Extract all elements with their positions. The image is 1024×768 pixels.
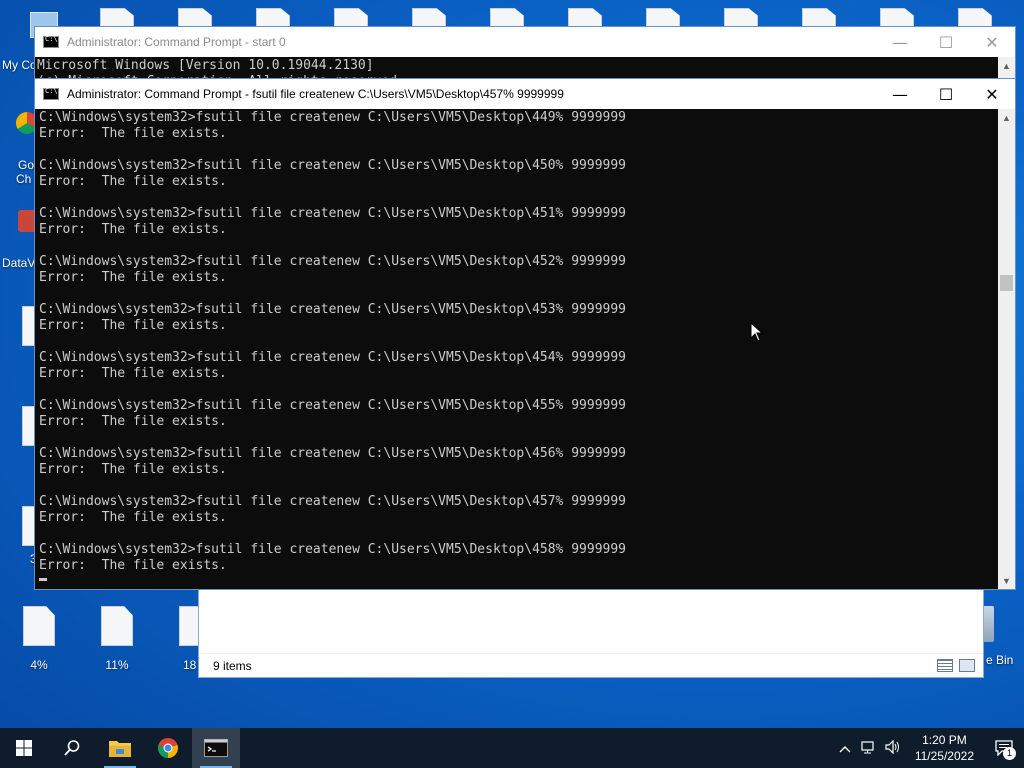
file-icon (23, 606, 55, 646)
clock-date: 11/25/2022 (914, 749, 974, 763)
chrome-taskbar-button[interactable] (144, 728, 192, 768)
console-line: Error: The file exists. (39, 270, 227, 285)
command-prompt-icon (43, 87, 59, 100)
minimize-button[interactable]: — (877, 27, 923, 57)
maximize-button[interactable]: ☐ (923, 27, 969, 57)
close-button[interactable]: ✕ (969, 27, 1015, 57)
text-cursor (39, 578, 47, 581)
console-line: C:\Windows\system32>fsutil file createne… (39, 110, 626, 125)
console-line: C:\Windows\system32>fsutil file createne… (39, 542, 626, 557)
volume-icon[interactable] (881, 739, 905, 757)
console-line: Error: The file exists. (39, 318, 227, 333)
window-title: Administrator: Command Prompt - start 0 (67, 35, 286, 49)
file-explorer-window[interactable]: 9 items (198, 588, 984, 678)
maximize-button[interactable]: ☐ (923, 79, 969, 109)
console-line: Error: The file exists. (39, 510, 227, 525)
console-line: Error: The file exists. (39, 462, 227, 477)
console-line: C:\Windows\system32>fsutil file createne… (39, 302, 626, 317)
explorer-status-bar: 9 items (199, 653, 983, 677)
console-line: C:\Windows\system32>fsutil file createne… (39, 494, 626, 509)
system-tray: 1:20 PM 11/25/2022 1 (833, 728, 1024, 768)
close-button[interactable]: ✕ (969, 79, 1015, 109)
file-explorer-icon (109, 741, 131, 757)
chrome-label-line1: Go (18, 158, 35, 172)
action-center-button[interactable]: 1 (984, 728, 1024, 768)
desktop-file-11pct[interactable]: 11% (87, 606, 147, 672)
chrome-icon (158, 738, 178, 758)
command-prompt-icon (204, 739, 228, 757)
search-icon (64, 740, 80, 756)
console-line: C:\Windows\system32>fsutil file createne… (39, 158, 626, 173)
chevron-up-icon[interactable] (833, 741, 857, 756)
scroll-up-arrow-icon[interactable]: ▲ (998, 57, 1015, 74)
desktop-file-4pct[interactable]: 4% (9, 606, 69, 672)
taskbar: 1:20 PM 11/25/2022 1 (0, 728, 1024, 768)
console-line: C:\Windows\system32>fsutil file createne… (39, 350, 626, 365)
large-icons-view-button[interactable] (959, 659, 975, 672)
console-line: Error: The file exists. (39, 222, 227, 237)
console-line: Error: The file exists. (39, 126, 227, 141)
network-icon[interactable] (857, 740, 881, 757)
this-pc-label: My Co (2, 58, 37, 72)
start-button[interactable] (0, 728, 48, 768)
command-prompt-window-active[interactable]: Administrator: Command Prompt - fsutil f… (34, 78, 1016, 590)
desktop-file-label: 4% (30, 658, 48, 672)
desktop-file-label: 18 (183, 658, 197, 672)
console-line: C:\Windows\system32>fsutil file createne… (39, 206, 626, 221)
title-bar[interactable]: Administrator: Command Prompt - fsutil f… (35, 79, 1015, 109)
vertical-scrollbar[interactable]: ▲ ▼ (998, 109, 1015, 589)
console-line: Error: The file exists. (39, 558, 227, 573)
console-line: Error: The file exists. (39, 414, 227, 429)
command-prompt-taskbar-button[interactable] (192, 728, 240, 768)
file-icon (179, 606, 199, 646)
window-title: Administrator: Command Prompt - fsutil f… (67, 87, 564, 101)
console-line: Error: The file exists. (39, 174, 227, 189)
file-explorer-taskbar-button[interactable] (96, 728, 144, 768)
datav-label: DataV (2, 256, 36, 270)
console-line: C:\Windows\system32>fsutil file createne… (39, 398, 626, 413)
desktop-file-18pct[interactable]: 18 (165, 606, 199, 672)
clock-time: 1:20 PM (922, 733, 967, 747)
console-line: Error: The file exists. (39, 366, 227, 381)
start-icon (16, 740, 32, 756)
item-count: 9 items (213, 659, 252, 673)
console-line: C:\Windows\system32>fsutil file createne… (39, 254, 626, 269)
chrome-label-line2: Ch (16, 172, 32, 186)
details-view-button[interactable] (937, 659, 953, 672)
console-line: C:\Windows\system32>fsutil file createne… (39, 446, 626, 461)
console-line: Microsoft Windows [Version 10.0.19044.21… (37, 58, 374, 73)
recycle-bin-label: e Bin (986, 653, 1014, 667)
command-prompt-icon (43, 35, 59, 48)
clock[interactable]: 1:20 PM 11/25/2022 (915, 732, 974, 764)
minimize-button[interactable]: — (877, 79, 923, 109)
scroll-down-arrow-icon[interactable]: ▼ (998, 572, 1015, 589)
scrollbar-thumb[interactable] (1000, 275, 1013, 291)
mouse-pointer-icon (750, 322, 764, 342)
console-output[interactable]: C:\Windows\system32>fsutil file createne… (39, 110, 998, 589)
scroll-up-arrow-icon[interactable]: ▲ (998, 109, 1015, 126)
title-bar[interactable]: Administrator: Command Prompt - start 0 … (35, 27, 1015, 57)
notification-count-badge: 1 (1003, 747, 1016, 760)
file-icon (101, 606, 133, 646)
search-button[interactable] (48, 728, 96, 768)
desktop-file-label: 11% (105, 658, 129, 672)
